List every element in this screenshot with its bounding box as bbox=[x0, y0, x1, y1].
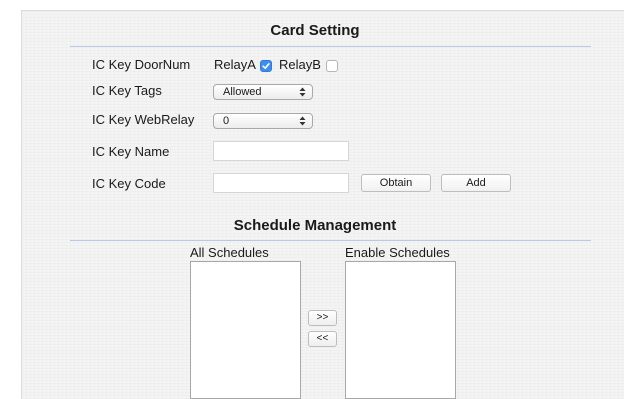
webrelay-label: IC Key WebRelay bbox=[92, 112, 195, 127]
select-arrows-icon bbox=[299, 87, 306, 97]
relay-a-checkbox[interactable] bbox=[260, 60, 272, 72]
name-input[interactable] bbox=[213, 141, 349, 161]
relay-b-label: RelayB bbox=[279, 57, 321, 72]
add-button[interactable]: Add bbox=[441, 174, 511, 192]
relay-b-checkbox[interactable] bbox=[326, 60, 338, 72]
schedule-management-title: Schedule Management bbox=[233, 217, 397, 234]
move-left-button[interactable]: << bbox=[308, 331, 337, 347]
tags-select-value: Allowed bbox=[223, 86, 262, 98]
code-label: IC Key Code bbox=[92, 176, 166, 191]
relay-a-label: RelayA bbox=[214, 57, 256, 72]
card-setting-title: Card Setting bbox=[270, 22, 360, 39]
doornum-label: IC Key DoorNum bbox=[92, 57, 191, 72]
tags-select[interactable]: Allowed bbox=[213, 84, 313, 100]
checkmark-icon bbox=[262, 63, 270, 69]
all-schedules-list[interactable] bbox=[190, 261, 301, 399]
webrelay-select[interactable]: 0 bbox=[213, 113, 313, 129]
obtain-button[interactable]: Obtain bbox=[361, 174, 431, 192]
tags-label: IC Key Tags bbox=[92, 83, 162, 98]
select-arrows-icon bbox=[299, 116, 306, 126]
schedule-management-divider bbox=[70, 240, 591, 241]
move-right-button[interactable]: >> bbox=[308, 310, 337, 326]
code-input[interactable] bbox=[213, 173, 349, 193]
enable-schedules-label: Enable Schedules bbox=[345, 245, 450, 260]
enable-schedules-list[interactable] bbox=[345, 261, 456, 399]
webrelay-select-value: 0 bbox=[223, 115, 230, 127]
card-setting-divider bbox=[70, 46, 591, 47]
all-schedules-label: All Schedules bbox=[190, 245, 269, 260]
name-label: IC Key Name bbox=[92, 144, 170, 159]
